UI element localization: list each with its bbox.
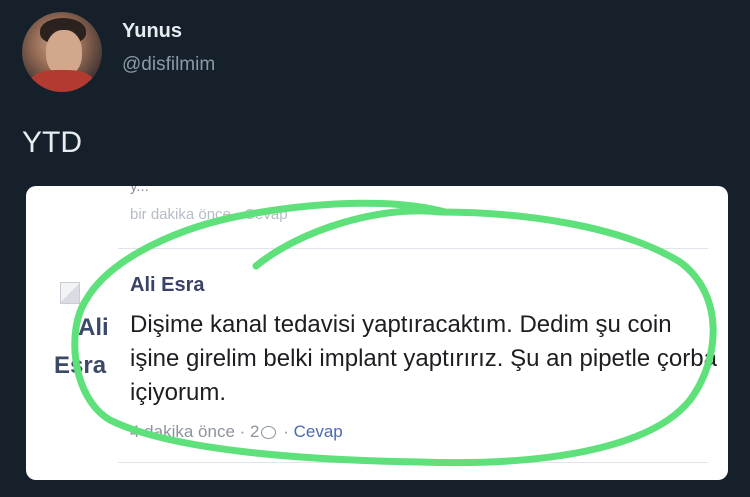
screenshot-card[interactable]: y... bir dakika önce · Cevap Ali Esra Al… — [26, 186, 728, 480]
meta-separator: · — [278, 422, 294, 441]
comment-body: Dişime kanal tedavisi yaptıracaktım. Ded… — [130, 311, 717, 406]
reply-link[interactable]: Cevap — [294, 422, 343, 441]
avatar-alt-text-line2: Esra — [54, 352, 107, 379]
comment-bubble-icon — [261, 426, 277, 440]
divider — [118, 462, 708, 463]
reply-count: 2 — [250, 422, 260, 441]
tweet-text: YTD — [22, 126, 82, 159]
avatar-alt-text-line1: Ali — [78, 314, 109, 341]
comment-author[interactable]: Ali Esra — [130, 274, 204, 297]
author-handle[interactable]: @disfilmim — [122, 54, 215, 76]
meta-separator: · — [234, 422, 251, 441]
previous-comment-cut-text: y... — [130, 186, 149, 195]
avatar-scarf — [30, 70, 94, 92]
comment-meta: 4 dakika önce · 2 · Cevap — [130, 422, 343, 442]
previous-comment-meta: bir dakika önce · Cevap — [130, 206, 288, 223]
avatar[interactable] — [22, 12, 102, 92]
comment-time: 4 dakika önce — [130, 422, 235, 441]
author-name[interactable]: Yunus — [122, 20, 182, 43]
divider — [118, 248, 708, 249]
comment-avatar: Ali Esra — [54, 282, 124, 392]
broken-image-icon — [60, 282, 80, 304]
